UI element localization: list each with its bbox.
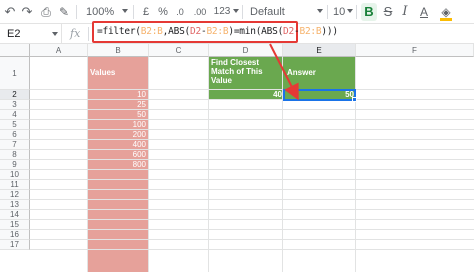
- fx-label: fx: [70, 27, 81, 40]
- column-header-b[interactable]: B: [88, 44, 149, 57]
- value-cell[interactable]: 50: [88, 110, 146, 120]
- row-header-17[interactable]: 17: [0, 240, 30, 250]
- row-header-9[interactable]: 9: [0, 160, 30, 170]
- row-header-10[interactable]: 10: [0, 170, 30, 180]
- row-gridline: [30, 179, 474, 180]
- toolbar-divider: [242, 5, 243, 19]
- row-gridline: [30, 189, 474, 190]
- values-header[interactable]: Values: [90, 68, 115, 77]
- formula-range-ref: B2:B: [206, 26, 229, 37]
- fill-handle[interactable]: [352, 97, 357, 102]
- row-header-12[interactable]: 12: [0, 190, 30, 200]
- row-gridline: [30, 249, 474, 250]
- row-header-14[interactable]: 14: [0, 210, 30, 220]
- row-gridline: [30, 239, 474, 240]
- column-header-c[interactable]: C: [149, 44, 209, 57]
- row-header-8[interactable]: 8: [0, 150, 30, 160]
- formula-token: )=min(ABS(: [228, 26, 284, 37]
- row-header-15[interactable]: 15: [0, 220, 30, 230]
- formula-token: =filter(: [97, 26, 141, 37]
- column-header-e[interactable]: E: [283, 44, 356, 57]
- row-header-7[interactable]: 7: [0, 140, 30, 150]
- row-header-16[interactable]: 16: [0, 230, 30, 240]
- row-header-2[interactable]: 2: [0, 90, 30, 100]
- strikethrough-button[interactable]: S: [381, 0, 395, 24]
- toolbar-divider: [76, 5, 77, 19]
- row-header-3[interactable]: 3: [0, 100, 30, 110]
- formula-range-ref: B2:B: [299, 26, 322, 37]
- value-cell[interactable]: 25: [88, 100, 146, 110]
- row-gridline: [30, 209, 474, 210]
- formula-text: =filter(B2:B,ABS(D2-B2:B)=min(ABS(D2-B2:…: [97, 23, 338, 41]
- value-cell[interactable]: 100: [88, 120, 146, 130]
- column-header-d[interactable]: D: [209, 44, 283, 57]
- row-header-5[interactable]: 5: [0, 120, 30, 130]
- column-header-a[interactable]: A: [30, 44, 88, 57]
- font-size-chevron-down-icon: [347, 9, 353, 13]
- value-cell[interactable]: 800: [88, 160, 146, 170]
- row-gridline: [30, 219, 474, 220]
- paint-format-icon[interactable]: ✎: [56, 0, 72, 24]
- formula-range-ref: B2:B: [140, 26, 163, 37]
- font-family-chevron-down-icon: [317, 9, 323, 13]
- select-all-corner[interactable]: [0, 44, 30, 57]
- find-closest-label[interactable]: Find Closest Match of This Value: [211, 58, 283, 85]
- formula-token: ,ABS(: [162, 26, 191, 37]
- toolbar-divider: [327, 5, 328, 19]
- undo-icon[interactable]: ↶: [2, 0, 18, 24]
- italic-button[interactable]: I: [398, 0, 412, 24]
- row-header-1[interactable]: 1: [0, 57, 30, 90]
- column-header-f[interactable]: F: [356, 44, 474, 57]
- answer-value-cell[interactable]: 50: [284, 90, 354, 100]
- formula-cell-ref: D2: [283, 26, 294, 37]
- formula-bar: E2 fx =filter(B2:B,ABS(D2-B2:B)=min(ABS(…: [0, 21, 474, 44]
- row-gridline: [30, 199, 474, 200]
- row-header-4[interactable]: 4: [0, 110, 30, 120]
- toolbar-divider: [133, 5, 134, 19]
- row-header-13[interactable]: 13: [0, 200, 30, 210]
- formula-input[interactable]: =filter(B2:B,ABS(D2-B2:B)=min(ABS(D2-B2:…: [92, 21, 338, 43]
- value-cell[interactable]: 400: [88, 140, 146, 150]
- redo-icon[interactable]: ↷: [19, 0, 35, 24]
- toolbar-divider: [356, 5, 357, 19]
- value-cell[interactable]: 200: [88, 130, 146, 140]
- print-icon[interactable]: ⎙: [37, 0, 55, 24]
- formula-token: ))): [321, 26, 338, 37]
- find-value-cell[interactable]: 40: [209, 90, 282, 100]
- row-header-11[interactable]: 11: [0, 180, 30, 190]
- text-color-button[interactable]: A: [417, 0, 431, 24]
- value-cell[interactable]: 10: [88, 90, 146, 100]
- fill-color-swatch: [440, 18, 452, 21]
- formula-cell-ref: D2: [190, 26, 201, 37]
- zoom-chevron-down-icon: [122, 9, 128, 13]
- row-header-6[interactable]: 6: [0, 130, 30, 140]
- name-box-chevron-down-icon: [52, 32, 58, 36]
- value-cell[interactable]: 600: [88, 150, 146, 160]
- answer-label[interactable]: Answer: [287, 68, 316, 77]
- more-formats-chevron-down-icon: [233, 9, 239, 13]
- spreadsheet-grid[interactable]: ABCDEF 1 2 3 4 5 6 7 8 9 10 11 12 13 14 15 16 17 Values …: [0, 44, 474, 272]
- formula-divider: [88, 27, 89, 41]
- bold-button[interactable]: B: [361, 3, 377, 21]
- row-gridline: [30, 229, 474, 230]
